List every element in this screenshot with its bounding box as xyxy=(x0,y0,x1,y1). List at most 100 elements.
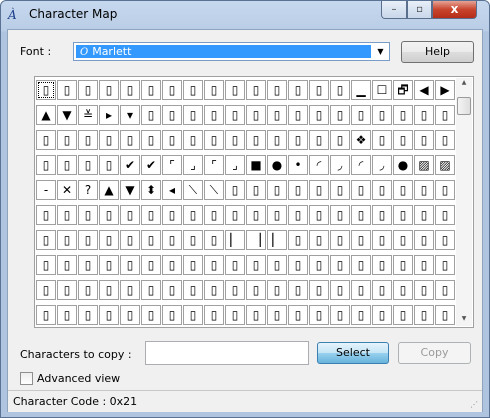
character-cell[interactable]: ▯ xyxy=(393,230,413,250)
character-cell[interactable]: ▯ xyxy=(393,205,413,225)
character-cell[interactable]: ▯ xyxy=(183,105,203,125)
character-cell[interactable]: ▯ xyxy=(435,255,455,275)
character-cell[interactable]: ▯ xyxy=(372,105,392,125)
character-cell[interactable]: ▯ xyxy=(393,105,413,125)
character-cell[interactable]: ▯ xyxy=(267,255,287,275)
character-cell[interactable]: ▯ xyxy=(288,230,308,250)
character-cell[interactable]: ▯ xyxy=(162,80,182,100)
character-cell[interactable]: ▯ xyxy=(246,105,266,125)
character-cell[interactable]: ■ xyxy=(246,155,266,175)
character-cell[interactable]: ▯ xyxy=(36,230,56,250)
character-cell[interactable]: ▯ xyxy=(183,230,203,250)
character-cell[interactable]: ▯ xyxy=(162,305,182,325)
character-cell[interactable]: ▯ xyxy=(330,205,350,225)
character-cell[interactable]: 🗗 xyxy=(393,80,413,100)
character-cell[interactable]: ▯ xyxy=(393,305,413,325)
character-cell[interactable]: ▯ xyxy=(393,255,413,275)
character-cell[interactable]: ▯ xyxy=(99,80,119,100)
character-cell[interactable]: ▯ xyxy=(414,205,434,225)
character-cell[interactable]: ▯ xyxy=(36,305,56,325)
character-cell[interactable]: ▯ xyxy=(120,80,140,100)
character-cell[interactable]: ▯ xyxy=(309,305,329,325)
character-cell[interactable]: ▯ xyxy=(288,130,308,150)
grid-scrollbar[interactable]: ▲ ▼ xyxy=(456,78,472,326)
character-cell[interactable]: ≚ xyxy=(78,105,98,125)
character-cell[interactable]: ‐ xyxy=(36,180,56,200)
character-cell[interactable]: ▯ xyxy=(162,130,182,150)
character-cell[interactable]: ▯ xyxy=(36,155,56,175)
character-cell[interactable]: ▏ xyxy=(225,230,245,250)
character-cell[interactable]: ▯ xyxy=(78,255,98,275)
character-cell[interactable]: ▼ xyxy=(57,105,77,125)
maximize-button[interactable]: ▫ xyxy=(407,1,432,19)
scrollbar-thumb[interactable] xyxy=(457,97,471,115)
character-cell[interactable]: ◞ xyxy=(330,155,350,175)
title-bar[interactable]: À Character Map – ▫ x xyxy=(1,1,489,29)
character-cell[interactable]: ⟍ xyxy=(204,180,224,200)
character-cell[interactable]: ◞ xyxy=(372,155,392,175)
character-cell[interactable]: ▼ xyxy=(120,180,140,200)
character-cell[interactable]: ▯ xyxy=(351,230,371,250)
character-cell[interactable]: ● xyxy=(393,155,413,175)
character-cell[interactable]: ▯ xyxy=(204,80,224,100)
character-cell[interactable]: ❖ xyxy=(351,130,371,150)
character-cell[interactable]: ▯ xyxy=(309,80,329,100)
character-cell[interactable]: ▯ xyxy=(414,280,434,300)
character-cell[interactable]: ▯ xyxy=(309,205,329,225)
character-cell[interactable]: ▯ xyxy=(120,280,140,300)
character-cell[interactable]: ▯ xyxy=(141,305,161,325)
copy-button[interactable]: Copy xyxy=(398,342,471,364)
character-cell[interactable]: ▯ xyxy=(435,280,455,300)
character-cell[interactable]: ▯ xyxy=(288,305,308,325)
character-cell[interactable]: ⌜ xyxy=(162,155,182,175)
character-cell[interactable]: ▯ xyxy=(225,280,245,300)
character-cell[interactable]: ▯ xyxy=(99,230,119,250)
advanced-view-label[interactable]: Advanced view xyxy=(37,372,120,385)
character-cell[interactable]: ▯ xyxy=(414,255,434,275)
character-cell[interactable]: ⬍ xyxy=(141,180,161,200)
character-cell[interactable]: ▯ xyxy=(78,80,98,100)
character-cell[interactable]: ▯ xyxy=(309,255,329,275)
character-cell[interactable]: ⌟ xyxy=(183,155,203,175)
character-cell[interactable]: ▯ xyxy=(57,130,77,150)
character-cell[interactable]: ▯ xyxy=(183,305,203,325)
character-cell[interactable]: ▨ xyxy=(435,155,455,175)
character-cell[interactable]: ▯ xyxy=(267,280,287,300)
character-cell[interactable]: ▯ xyxy=(78,205,98,225)
character-cell[interactable]: ▯ xyxy=(246,205,266,225)
character-cell[interactable]: ▯ xyxy=(183,280,203,300)
character-cell[interactable]: ▯ xyxy=(414,105,434,125)
character-cell[interactable]: ▶ xyxy=(435,80,455,100)
character-cell[interactable]: ◀ xyxy=(414,80,434,100)
resize-grip-icon[interactable]: ⋰ xyxy=(470,400,480,410)
font-dropdown[interactable]: O Marlett ▼ xyxy=(73,42,390,61)
character-cell[interactable]: ▯ xyxy=(330,230,350,250)
character-cell[interactable]: ▯ xyxy=(246,255,266,275)
character-cell[interactable]: ▯ xyxy=(372,205,392,225)
character-cell[interactable]: ▯ xyxy=(141,280,161,300)
character-cell[interactable]: ▯ xyxy=(204,130,224,150)
character-cell[interactable]: ▯ xyxy=(78,280,98,300)
character-cell[interactable]: ▯ xyxy=(267,80,287,100)
character-cell[interactable]: ▯ xyxy=(225,205,245,225)
character-cell[interactable]: ▯ xyxy=(267,305,287,325)
characters-to-copy-input[interactable] xyxy=(145,341,309,365)
character-cell[interactable]: ▯ xyxy=(57,280,77,300)
character-cell[interactable]: ▯ xyxy=(225,105,245,125)
character-cell[interactable]: ◜ xyxy=(351,155,371,175)
character-cell[interactable]: ▯ xyxy=(162,230,182,250)
character-cell[interactable]: ▯ xyxy=(57,255,77,275)
character-cell[interactable]: ▯ xyxy=(57,205,77,225)
character-cell[interactable]: ▯ xyxy=(225,130,245,150)
character-cell[interactable]: ▯ xyxy=(99,155,119,175)
chevron-down-icon[interactable]: ▼ xyxy=(373,44,388,59)
character-cell[interactable]: ▯ xyxy=(162,105,182,125)
character-cell[interactable]: ▯ xyxy=(330,80,350,100)
character-cell[interactable]: ▯ xyxy=(99,255,119,275)
character-cell[interactable]: ▯ xyxy=(351,255,371,275)
help-button[interactable]: Help xyxy=(401,41,474,63)
character-cell[interactable]: ▯ xyxy=(225,305,245,325)
character-cell[interactable]: ▯ xyxy=(330,305,350,325)
character-cell[interactable]: ▯ xyxy=(246,80,266,100)
scroll-up-arrow-icon[interactable]: ▲ xyxy=(456,79,472,89)
